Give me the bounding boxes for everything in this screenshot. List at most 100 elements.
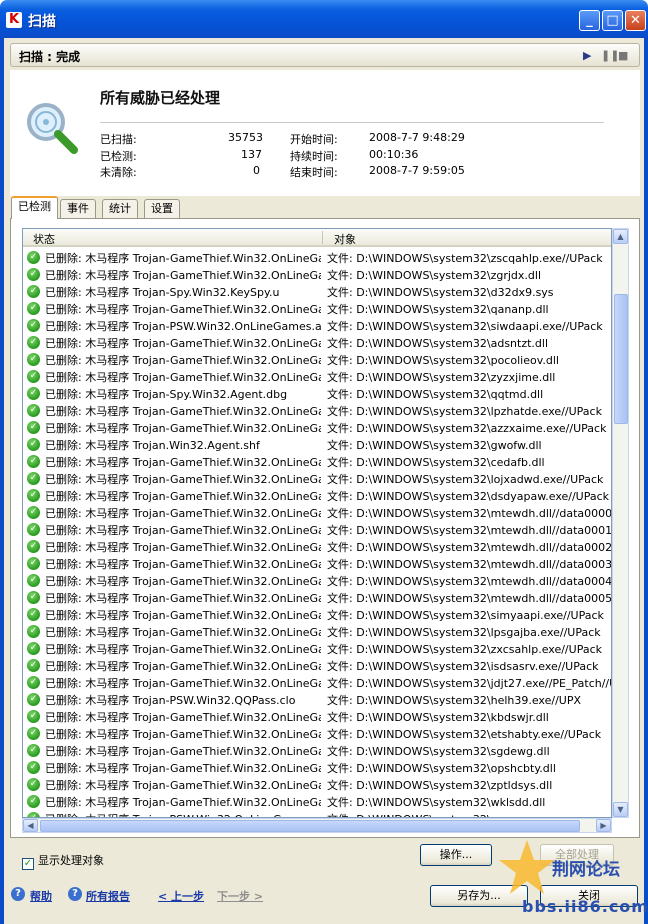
table-row[interactable]: ✓已删除: 木马程序 Trojan-PSW.Win32.OnLineGa...文… (23, 810, 611, 817)
table-row[interactable]: ✓ 已删除: 木马程序 Trojan-GameThief.Win32.OnLine… (23, 572, 611, 589)
title-bar[interactable]: K 扫描 _ □ ✕ (0, 0, 648, 38)
vertical-scrollbar[interactable]: ▲ ▼ (612, 228, 629, 818)
table-row[interactable]: ✓ 已删除: 木马程序 Trojan-PSW.Win32.QQPass.clo 文件… (23, 691, 611, 708)
table-row[interactable]: ✓ 已删除: 木马程序 Trojan-GameThief.Win32.OnLine… (23, 419, 611, 436)
status-ok-icon: ✓ (27, 693, 40, 706)
table-row[interactable]: ✓ 已删除: 木马程序 Trojan-GameThief.Win32.OnLine… (23, 793, 611, 810)
watermark-text: 荆网论坛 (552, 860, 620, 880)
row-status: 已删除: 木马程序 Trojan-GameThief.Win32.OnLineG… (45, 779, 321, 792)
table-row[interactable]: ✓ 已删除: 木马程序 Trojan-GameThief.Win32.OnLine… (23, 555, 611, 572)
table-row[interactable]: ✓ 已删除: 木马程序 Trojan-GameThief.Win32.OnLine… (23, 351, 611, 368)
horizontal-scroll-thumb[interactable] (40, 820, 580, 832)
table-row[interactable]: ✓ 已删除: 木马程序 Trojan-GameThief.Win32.OnLine… (23, 708, 611, 725)
scroll-down-button[interactable]: ▼ (613, 802, 628, 817)
stat-label-uncleaned: 未清除: (100, 166, 137, 179)
row-status: 已删除: 木马程序 Trojan-GameThief.Win32.OnLineG… (45, 711, 321, 724)
detected-list[interactable]: 状态 对象 ✓ 已删除: 木马程序 Trojan-GameThief.Win32.… (22, 228, 612, 818)
scroll-up-button[interactable]: ▲ (613, 229, 628, 244)
tab-statistics[interactable]: 统计 (102, 199, 138, 218)
help-link[interactable]: 帮助 (30, 888, 52, 904)
row-status: 已删除: 木马程序 Trojan-GameThief.Win32.OnLineG… (45, 371, 321, 384)
table-row[interactable]: ✓ 已删除: 木马程序 Trojan.Win32.Agent.shf 文件: D:\… (23, 436, 611, 453)
status-ok-icon: ✓ (27, 438, 40, 451)
status-ok-icon: ✓ (27, 353, 40, 366)
row-status: 已删除: 木马程序 Trojan-GameThief.Win32.OnLineG… (45, 269, 321, 282)
table-row[interactable]: ✓ 已删除: 木马程序 Trojan-GameThief.Win32.OnLine… (23, 725, 611, 742)
row-status: 已删除: 木马程序 Trojan-GameThief.Win32.OnLineG… (45, 677, 321, 690)
tab-events[interactable]: 事件 (60, 199, 96, 218)
play-icon[interactable]: ▶ (583, 49, 591, 62)
stat-value-uncleaned: 0 (253, 164, 260, 177)
scroll-right-button[interactable]: ▶ (596, 819, 611, 832)
stat-label-detected: 已检测: (100, 150, 137, 163)
table-row[interactable]: ✓ 已删除: 木马程序 Trojan-GameThief.Win32.OnLine… (23, 674, 611, 691)
row-object: 文件: D:\WINDOWS\system32\mtewdh.dll//data… (327, 558, 611, 571)
table-row[interactable]: ✓ 已删除: 木马程序 Trojan-GameThief.Win32.OnLine… (23, 504, 611, 521)
row-object: 文件: D:\WINDOWS\system32\qqtmd.dll (327, 388, 544, 401)
tab-settings[interactable]: 设置 (144, 199, 180, 218)
all-reports-link[interactable]: 所有报告 (86, 888, 130, 904)
help-icon[interactable]: ? (11, 887, 25, 901)
table-row[interactable]: ✓ 已删除: 木马程序 Trojan-GameThief.Win32.OnLine… (23, 623, 611, 640)
table-row[interactable]: ✓ 已删除: 木马程序 Trojan-GameThief.Win32.OnLine… (23, 521, 611, 538)
row-object: 文件: D:\WINDOWS\system32\lojxadwd.exe//UP… (327, 473, 604, 486)
stop-icon[interactable]: ■ (618, 49, 628, 62)
action-button[interactable]: 操作... (420, 844, 492, 866)
table-row[interactable]: ✓ 已删除: 木马程序 Trojan-GameThief.Win32.OnLine… (23, 589, 611, 606)
table-row[interactable]: ✓ 已删除: 木马程序 Trojan-GameThief.Win32.OnLine… (23, 402, 611, 419)
column-divider[interactable] (322, 231, 323, 244)
column-header-status[interactable]: 状态 (33, 231, 55, 247)
table-row[interactable]: ✓ 已删除: 木马程序 Trojan-GameThief.Win32.OnLine… (23, 266, 611, 283)
close-window-button[interactable]: ✕ (625, 10, 646, 31)
horizontal-scrollbar[interactable]: ◀ ▶ (22, 818, 612, 833)
row-status: 已删除: 木马程序 Trojan-GameThief.Win32.OnLineG… (45, 728, 321, 741)
status-ok-icon: ✓ (27, 489, 40, 502)
status-ok-icon: ✓ (27, 761, 40, 774)
kaspersky-app-icon: K (6, 12, 22, 28)
show-objects-checkbox[interactable]: ✓ (22, 858, 34, 870)
show-objects-option[interactable]: ✓ 显示处理对象 (22, 852, 104, 870)
list-header: 状态 对象 (23, 229, 611, 247)
reports-icon[interactable]: ? (68, 887, 82, 901)
status-ok-icon: ✓ (27, 557, 40, 570)
table-row[interactable]: ✓ 已删除: 木马程序 Trojan-GameThief.Win32.OnLine… (23, 334, 611, 351)
table-row[interactable]: ✓ 已删除: 木马程序 Trojan-GameThief.Win32.OnLine… (23, 470, 611, 487)
maximize-button[interactable]: □ (602, 10, 623, 31)
table-row[interactable]: ✓ 已删除: 木马程序 Trojan-GameThief.Win32.OnLine… (23, 759, 611, 776)
pause-icon[interactable]: ❚❚ (601, 49, 619, 62)
minimize-button[interactable]: _ (579, 10, 600, 31)
table-row[interactable]: ✓ 已删除: 木马程序 Trojan-GameThief.Win32.OnLine… (23, 640, 611, 657)
status-ok-icon: ✓ (27, 455, 40, 468)
vertical-scroll-thumb[interactable] (614, 294, 628, 424)
table-row[interactable]: ✓ 已删除: 木马程序 Trojan-GameThief.Win32.OnLine… (23, 300, 611, 317)
row-object: 文件: D:\WINDOWS\system32\qananp.dll (327, 303, 549, 316)
table-row[interactable]: ✓ 已删除: 木马程序 Trojan-Spy.Win32.Agent.dbg 文件:… (23, 385, 611, 402)
table-row[interactable]: ✓ 已删除: 木马程序 Trojan-PSW.Win32.OnLineGames.… (23, 317, 611, 334)
row-status: 已删除: 木马程序 Trojan-GameThief.Win32.OnLineG… (45, 354, 321, 367)
row-object: 文件: D:\WINDOWS\system32\cedafb.dll (327, 456, 545, 469)
table-row[interactable]: ✓ 已删除: 木马程序 Trojan-GameThief.Win32.OnLine… (23, 249, 611, 266)
watermark-url: bbs.ii86.com (522, 897, 648, 916)
watermark-star-logo (499, 840, 555, 894)
table-row[interactable]: ✓ 已删除: 木马程序 Trojan-Spy.Win32.KeySpy.u 文件: … (23, 283, 611, 300)
row-status: 已删除: 木马程序 Trojan-GameThief.Win32.OnLineG… (45, 660, 321, 673)
previous-step-link[interactable]: < 上一步 (158, 888, 204, 904)
row-object: 文件: D:\WINDOWS\system32\wklsdd.dll (327, 796, 546, 809)
time-label-duration: 持续时间: (290, 150, 338, 163)
tab-detected[interactable]: 已检测 (11, 196, 58, 219)
table-row[interactable]: ✓ 已删除: 木马程序 Trojan-GameThief.Win32.OnLine… (23, 368, 611, 385)
table-row[interactable]: ✓ 已删除: 木马程序 Trojan-GameThief.Win32.OnLine… (23, 606, 611, 623)
table-row[interactable]: ✓ 已删除: 木马程序 Trojan-GameThief.Win32.OnLine… (23, 776, 611, 793)
scroll-left-button[interactable]: ◀ (23, 819, 38, 832)
column-header-object[interactable]: 对象 (334, 231, 356, 247)
table-row[interactable]: ✓ 已删除: 木马程序 Trojan-GameThief.Win32.OnLine… (23, 657, 611, 674)
table-row[interactable]: ✓ 已删除: 木马程序 Trojan-GameThief.Win32.OnLine… (23, 742, 611, 759)
table-row[interactable]: ✓ 已删除: 木马程序 Trojan-GameThief.Win32.OnLine… (23, 538, 611, 555)
row-object: 文件: D:\WINDOWS\system32\lpsgajba.exe//UP… (327, 626, 601, 639)
status-ok-icon: ✓ (27, 302, 40, 315)
table-row[interactable]: ✓ 已删除: 木马程序 Trojan-GameThief.Win32.OnLine… (23, 453, 611, 470)
status-ok-icon: ✓ (27, 625, 40, 638)
next-step-link[interactable]: 下一步 > (217, 888, 263, 904)
row-object: 文件: D:\WINDOWS\system32\zgrjdx.dll (327, 269, 542, 282)
table-row[interactable]: ✓ 已删除: 木马程序 Trojan-GameThief.Win32.OnLine… (23, 487, 611, 504)
